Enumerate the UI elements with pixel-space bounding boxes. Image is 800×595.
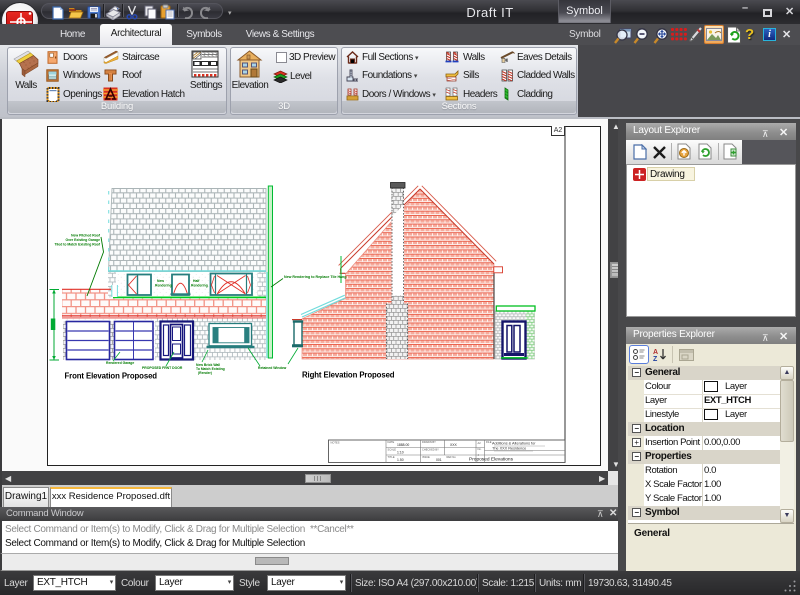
svg-text:No.: No. [478, 447, 482, 451]
svg-text:Rendering: Rendering [191, 284, 208, 288]
svg-text:CHECKED BY: CHECKED BY [422, 448, 439, 452]
svg-text:XXX: XXX [450, 443, 458, 447]
svg-text:Front Elevation Proposed: Front Elevation Proposed [65, 372, 158, 381]
svg-text:1888.00: 1888.00 [397, 443, 409, 447]
svg-text:REF No: REF No [447, 455, 457, 459]
svg-text:New Rendering to Replace Tile: New Rendering to Replace Tile Hang [284, 275, 346, 279]
svg-text:New: New [157, 279, 164, 283]
svg-text:A: A [653, 349, 658, 356]
svg-text:(Render): (Render) [198, 371, 212, 375]
svg-text:Additions & Alterations for: Additions & Alterations for [492, 442, 536, 446]
svg-text:FILE: FILE [486, 440, 492, 444]
svg-text:NOTES: NOTES [331, 441, 340, 445]
svg-text:Over Existing Garage: Over Existing Garage [66, 238, 101, 242]
svg-text:TITLE: TITLE [388, 455, 395, 459]
svg-text:Right Elevation Proposed: Right Elevation Proposed [302, 371, 395, 380]
svg-text:Half: Half [193, 279, 200, 283]
svg-text:A2: A2 [478, 441, 482, 445]
svg-text:ISSUE: ISSUE [422, 455, 430, 459]
svg-text:SCALE: SCALE [388, 448, 397, 452]
svg-text:1:10: 1:10 [397, 451, 404, 455]
svg-text:Z: Z [653, 356, 658, 362]
svg-text:PROPOSED FRNT DOOR: PROPOSED FRNT DOOR [142, 366, 183, 370]
svg-text:Rendered Garage: Rendered Garage [106, 361, 134, 365]
svg-text:1.50: 1.50 [397, 458, 404, 462]
svg-text:Retained Window: Retained Window [258, 366, 287, 370]
svg-text:Rendering: Rendering [155, 284, 172, 288]
svg-text:DATE: DATE [388, 440, 395, 444]
svg-text:DRAWN BY: DRAWN BY [422, 440, 436, 444]
svg-text:Proposed Elevations: Proposed Elevations [469, 457, 514, 463]
svg-text:001: 001 [436, 458, 442, 462]
svg-text:The XXX Residence: The XXX Residence [492, 447, 526, 451]
svg-text:New Pitched Roof: New Pitched Roof [71, 234, 101, 238]
svg-text:Tiled to Match Existing Roof: Tiled to Match Existing Roof [54, 243, 100, 247]
